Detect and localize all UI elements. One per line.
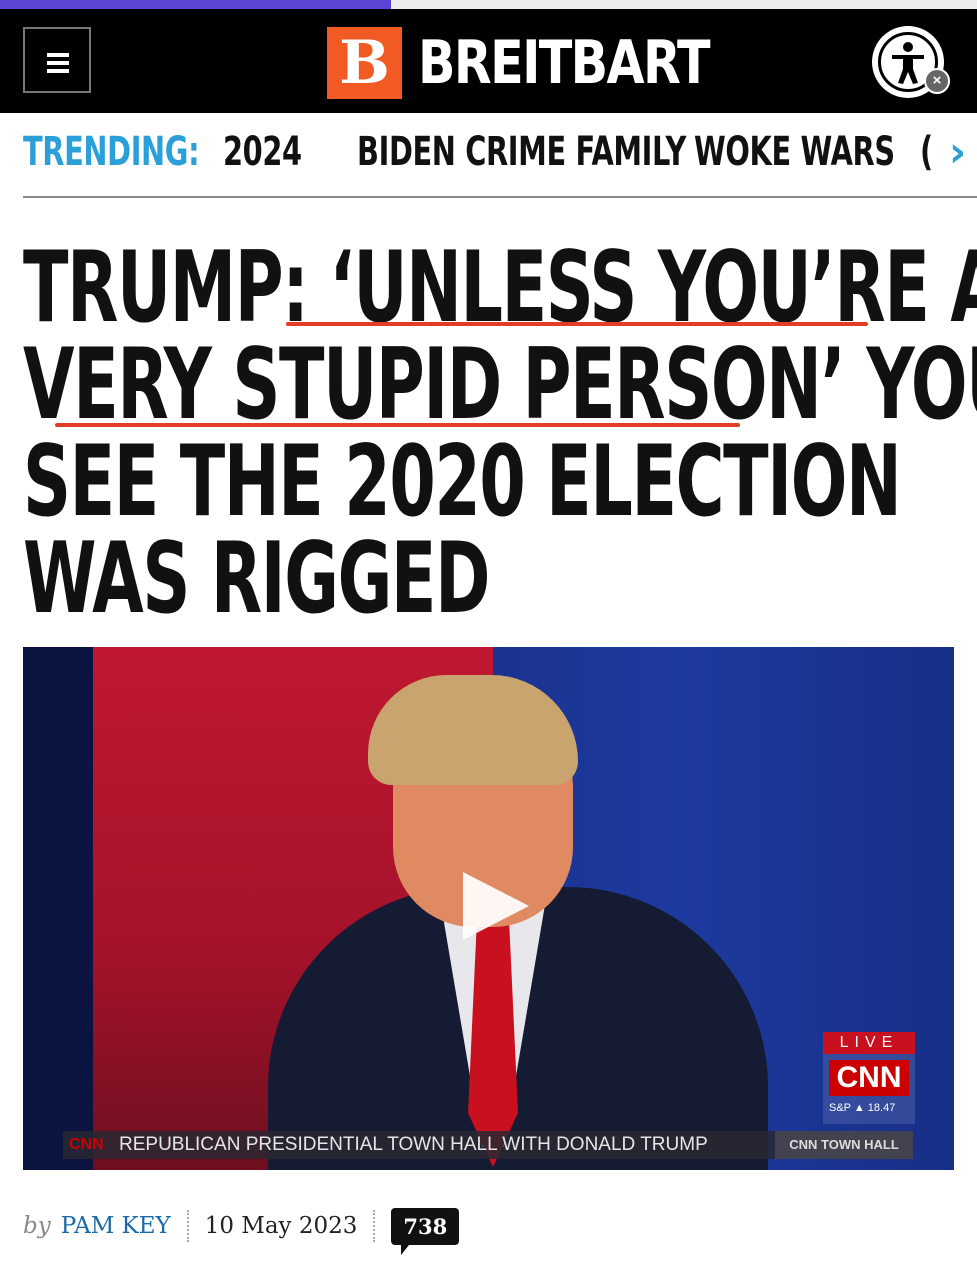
trending-item-truncated[interactable]: ( bbox=[920, 127, 933, 177]
logo-mark: B bbox=[327, 27, 402, 99]
headline-line: SEE THE 2020 ELECTION bbox=[23, 425, 902, 539]
live-label: LIVE bbox=[823, 1032, 915, 1054]
logo-wordmark: BREITBART bbox=[418, 28, 711, 98]
headline-line: VERY STUPID PERSON’ YOU bbox=[23, 328, 977, 442]
close-icon[interactable]: × bbox=[924, 68, 950, 94]
headline-line: WAS RIGGED bbox=[23, 522, 490, 636]
publish-date: 10 May 2023 bbox=[204, 1213, 358, 1239]
play-icon[interactable] bbox=[463, 872, 529, 940]
video-backdrop-dark bbox=[23, 647, 93, 1170]
trending-label: TRENDING: bbox=[23, 129, 200, 175]
site-header: B BREITBART × bbox=[0, 9, 977, 113]
byline-separator bbox=[186, 1210, 189, 1242]
lower-third-logo: CNN bbox=[69, 1136, 104, 1153]
trending-item-2024[interactable]: 2024 bbox=[223, 127, 302, 177]
market-ticker: S&P ▲ 18.47 bbox=[829, 1102, 896, 1114]
lower-third-title: REPUBLICAN PRESIDENTIAL TOWN HALL WITH D… bbox=[119, 1134, 708, 1155]
video-player[interactable]: LIVE CNN S&P ▲ 18.47 CNN REPUBLICAN PRES… bbox=[23, 647, 954, 1170]
reading-progress-fill bbox=[0, 0, 391, 9]
lower-third-tag: CNN TOWN HALL bbox=[775, 1131, 913, 1159]
trending-item-woke-wars[interactable]: WOKE WARS bbox=[694, 127, 895, 177]
cnn-logo: CNN bbox=[829, 1060, 909, 1096]
trending-divider bbox=[23, 196, 977, 198]
trending-item-biden-crime-family[interactable]: BIDEN CRIME FAMILY bbox=[357, 127, 686, 177]
site-logo[interactable]: B BREITBART bbox=[327, 27, 773, 99]
byline-separator bbox=[373, 1210, 376, 1242]
chevron-right-icon[interactable]: › bbox=[938, 126, 977, 178]
article-byline: by PAM KEY 10 May 2023 738 bbox=[23, 1204, 460, 1255]
accessibility-button[interactable]: × bbox=[872, 26, 950, 98]
article-headline: TRUMP: ‘UNLESS YOU’RE A VERY STUPID PERS… bbox=[23, 239, 977, 636]
reading-progress-bar bbox=[0, 0, 977, 9]
menu-button[interactable] bbox=[23, 27, 91, 93]
quote-highlight-underline bbox=[286, 322, 868, 326]
quote-highlight-underline bbox=[55, 423, 740, 427]
author-link[interactable]: PAM KEY bbox=[61, 1213, 171, 1239]
trending-bar: TRENDING: 2024 BIDEN CRIME FAMILY WOKE W… bbox=[0, 113, 977, 199]
byline-prefix: by bbox=[23, 1213, 51, 1239]
comment-count-badge[interactable]: 738 bbox=[391, 1207, 460, 1255]
lower-third-banner: CNN REPUBLICAN PRESIDENTIAL TOWN HALL WI… bbox=[63, 1131, 913, 1159]
network-bug: LIVE CNN S&P ▲ 18.47 bbox=[823, 1032, 915, 1124]
